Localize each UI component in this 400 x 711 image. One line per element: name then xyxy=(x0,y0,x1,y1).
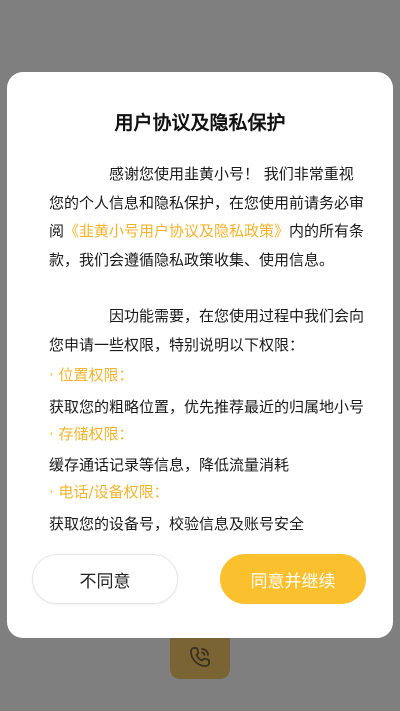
permission-intro-paragraph: 因功能需要，在您使用过程中我们会向您申请一些权限，特别说明以下权限： xyxy=(49,307,365,354)
dialog-title: 用户协议及隐私保护 xyxy=(114,112,286,134)
dialog-content: 感谢您使用韭黄小号！ 我们非常重视您的个人信息和隐私保护，在您使用前请务必审阅《… xyxy=(49,160,367,537)
intro-paragraph: 感谢您使用韭黄小号！ 我们非常重视您的个人信息和隐私保护，在您使用前请务必审阅《… xyxy=(49,160,367,274)
disagree-button[interactable]: 不同意 xyxy=(32,554,178,604)
permission-storage: · 存储权限： 缓存通话记录等信息，降低流量消耗 xyxy=(49,420,367,477)
app-nav-button xyxy=(170,638,230,679)
privacy-dialog: 用户协议及隐私保护 感谢您使用韭黄小号！ 我们非常重视您的个人信息和隐私保护，在… xyxy=(7,72,393,638)
phone-icon xyxy=(185,642,215,676)
permission-desc: 缓存通话记录等信息，降低流量消耗 xyxy=(49,456,290,474)
permission-desc: 获取您的粗略位置，优先推荐最近的归属地小号 xyxy=(49,397,365,416)
permission-title: · 存储权限： xyxy=(49,424,134,443)
permission-phone-device: · 电话/设备权限： 获取您的设备号，校验信息及账号安全 xyxy=(49,478,367,535)
agreement-link[interactable]: 《韭黄小号用户协议及隐私政策》 xyxy=(64,222,289,240)
permission-desc: 获取您的设备号，校验信息及账号安全 xyxy=(49,514,305,533)
permission-location: · 位置权限： 获取您的粗略位置，优先推荐最近的归属地小号 xyxy=(49,361,367,418)
permission-title: · 位置权限： xyxy=(49,366,134,384)
permission-title: · 电话/设备权限： xyxy=(49,483,169,501)
agree-continue-button[interactable]: 同意并继续 xyxy=(220,554,366,604)
